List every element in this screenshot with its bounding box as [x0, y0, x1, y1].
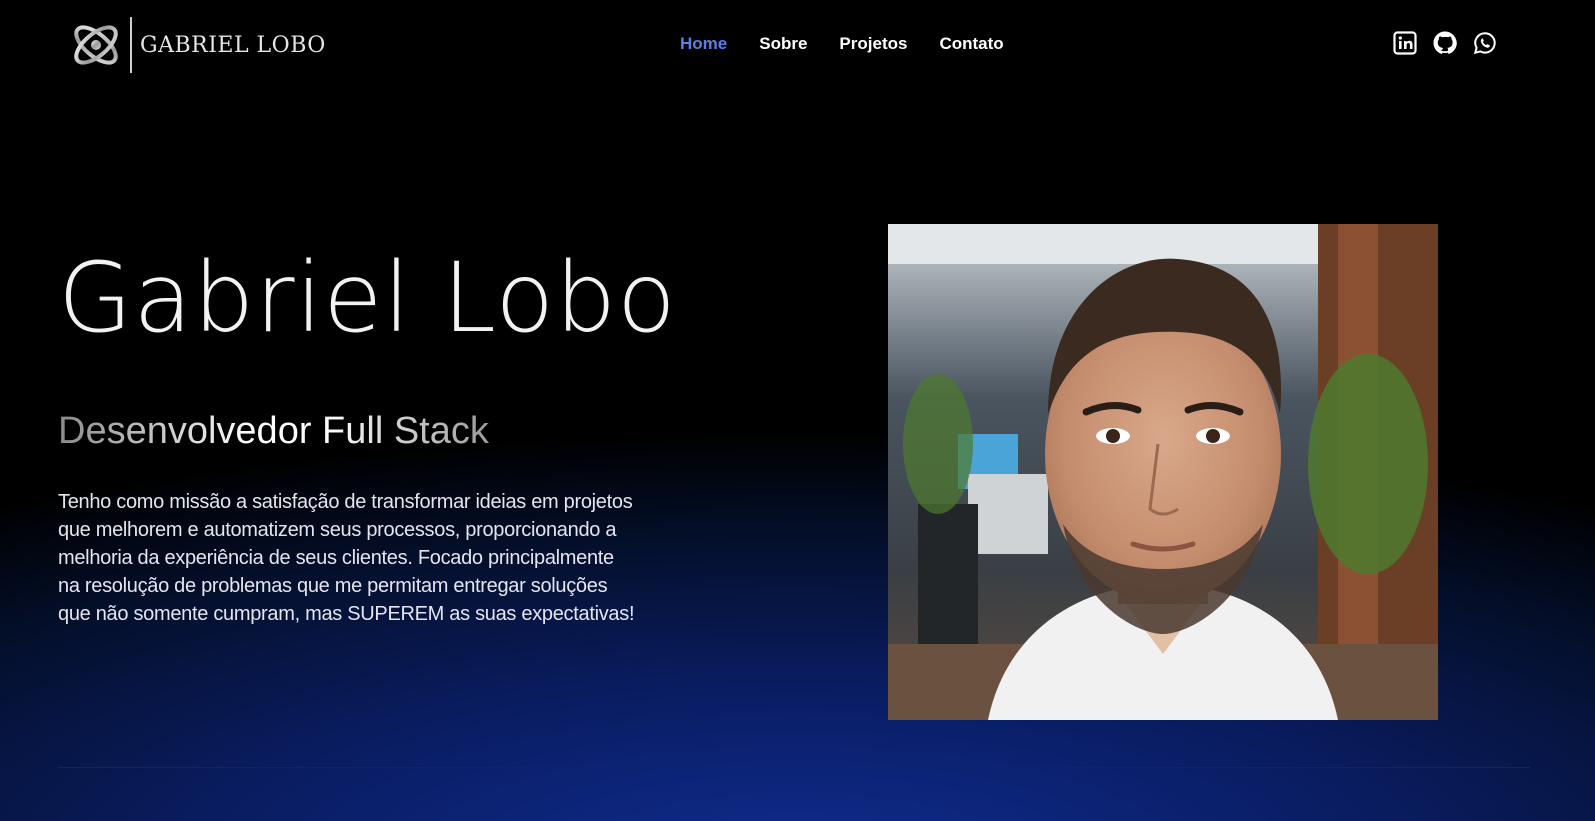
nav-sobre[interactable]: Sobre [759, 34, 807, 54]
profile-photo [888, 224, 1438, 720]
brand-name: GABRIEL LOBO [140, 32, 326, 58]
whatsapp-icon[interactable] [1473, 31, 1497, 55]
hero-role: Desenvolvedor Full Stack [58, 410, 489, 452]
nav-home[interactable]: Home [680, 34, 727, 54]
brand-divider [130, 17, 132, 73]
social-links [1393, 31, 1497, 55]
hero-name: Gabriel Lobo [58, 242, 677, 354]
brand-logo[interactable]: GABRIEL LOBO [70, 17, 326, 73]
orbit-logo-icon [70, 17, 122, 73]
github-icon[interactable] [1433, 31, 1457, 55]
site-header: GABRIEL LOBO Home Sobre Projetos Contato [0, 0, 1595, 90]
hero-description: Tenho como missão a satisfação de transf… [58, 491, 635, 625]
section-divider [58, 767, 1530, 768]
nav-projetos[interactable]: Projetos [839, 34, 907, 54]
main-nav: Home Sobre Projetos Contato [680, 34, 1004, 54]
linkedin-icon[interactable] [1393, 31, 1417, 55]
nav-contato[interactable]: Contato [939, 34, 1003, 54]
